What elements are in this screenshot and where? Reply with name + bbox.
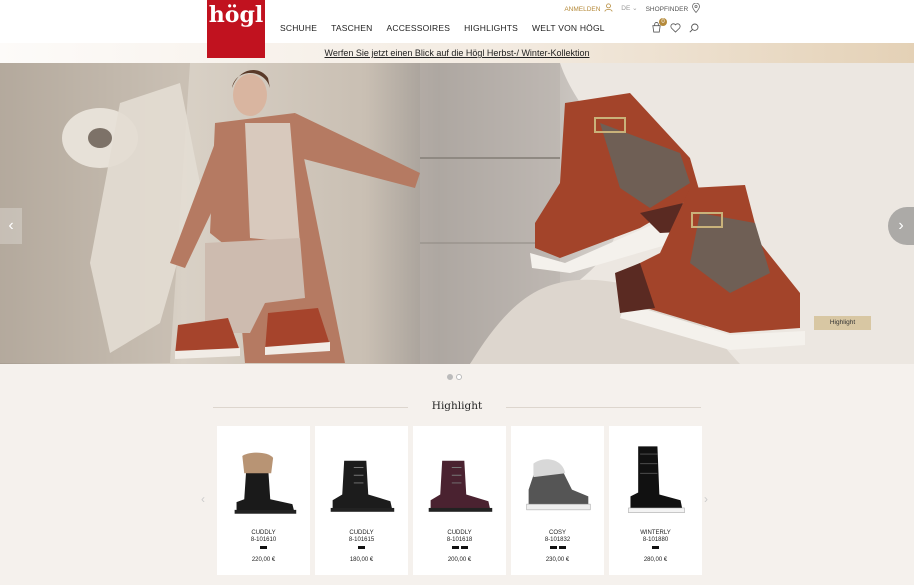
- login-label: ANMELDEN: [564, 6, 601, 13]
- location-pin-icon: [692, 2, 700, 14]
- product-image: [330, 460, 395, 512]
- logo-text: högl: [208, 2, 264, 28]
- product-price: 200,00 €: [447, 557, 472, 563]
- product-card[interactable]: CUDDLY 8-101618 200,00 €: [413, 426, 506, 575]
- search-button[interactable]: [689, 23, 699, 36]
- color-swatches: [413, 546, 506, 549]
- chevron-right-icon: ›: [898, 217, 904, 234]
- color-swatches: [511, 546, 604, 549]
- product-image: [526, 459, 591, 511]
- header-icons: 0: [651, 18, 699, 36]
- carousel-next-button[interactable]: ›: [704, 492, 708, 506]
- shopfinder-link[interactable]: SHOPFINDER: [645, 2, 700, 14]
- color-swatches: [609, 546, 702, 549]
- color-swatch[interactable]: [549, 546, 557, 549]
- search-icon: [689, 23, 699, 33]
- product-card[interactable]: CUDDLY 8-101610 220,00 €: [217, 426, 310, 575]
- nav-item-welt-von-hoegl[interactable]: WELT VON HÖGL: [532, 23, 605, 33]
- product-name: CUDDLY: [251, 530, 276, 536]
- color-swatch[interactable]: [558, 546, 566, 549]
- nav-item-highlights[interactable]: HIGHLIGHTS: [464, 23, 518, 33]
- color-swatch[interactable]: [460, 546, 468, 549]
- product-image: [628, 446, 685, 514]
- color-swatch[interactable]: [451, 546, 459, 549]
- cart-count-badge: 0: [659, 18, 667, 26]
- chevron-down-icon: ⌄: [632, 5, 638, 12]
- product-price: 220,00 €: [251, 557, 276, 563]
- product-price: 180,00 €: [349, 557, 374, 563]
- cart-button[interactable]: 0: [651, 18, 667, 36]
- product-sku: 8-101615: [348, 537, 375, 543]
- hero-prev-button[interactable]: ‹: [0, 208, 22, 244]
- product-name: CUDDLY: [349, 530, 374, 536]
- nav-item-taschen[interactable]: TASCHEN: [331, 23, 372, 33]
- shopfinder-label: SHOPFINDER: [645, 6, 689, 13]
- nav-item-accessoires[interactable]: ACCESSOIRES: [386, 23, 450, 33]
- user-icon: [604, 3, 613, 12]
- site-header: högl ANMELDEN DE ⌄ SHOPFINDER SCHUHE TAS…: [0, 0, 914, 58]
- slider-dot-1[interactable]: [447, 374, 453, 380]
- highlight-tag[interactable]: Highlight: [814, 316, 871, 330]
- nav-item-schuhe[interactable]: SCHUHE: [280, 23, 317, 33]
- promo-bar: Werfen Sie jetzt einen Blick auf die Hög…: [0, 43, 914, 63]
- wishlist-button[interactable]: [670, 22, 681, 36]
- chevron-left-icon: ‹: [201, 492, 205, 506]
- utility-bar: ANMELDEN DE ⌄ SHOPFINDER: [564, 2, 700, 14]
- chevron-left-icon: ‹: [8, 217, 14, 234]
- brand-logo[interactable]: högl: [207, 0, 265, 58]
- chevron-right-icon: ›: [704, 492, 708, 506]
- product-name: WINTERLY: [640, 530, 671, 536]
- carousel-prev-button[interactable]: ‹: [201, 492, 205, 506]
- hero-image: [0, 63, 914, 364]
- heart-icon: [670, 22, 681, 33]
- product-image: [234, 452, 297, 514]
- language-selector[interactable]: DE ⌄: [621, 4, 637, 12]
- color-swatch[interactable]: [652, 546, 659, 549]
- product-card[interactable]: WINTERLY 8-101880 280,00 €: [609, 426, 702, 575]
- login-link[interactable]: ANMELDEN: [564, 3, 613, 13]
- product-sku: 8-101618: [446, 537, 473, 543]
- product-name: COSY: [548, 530, 566, 536]
- color-swatches: [217, 546, 310, 549]
- product-sku: 8-101832: [544, 537, 571, 543]
- promo-link[interactable]: Werfen Sie jetzt einen Blick auf die Hög…: [325, 48, 590, 58]
- slider-dot-2[interactable]: [456, 374, 462, 380]
- color-swatches: [315, 546, 408, 549]
- hero-banner[interactable]: ‹ › Highlight: [0, 63, 914, 364]
- product-price: 280,00 €: [643, 557, 668, 563]
- product-carousel: CUDDLY 8-101610 220,00 € CUDDLY 8-101615…: [217, 426, 702, 575]
- product-sku: 8-101610: [250, 537, 277, 543]
- color-swatch[interactable]: [260, 546, 267, 549]
- section-title: Highlight: [431, 400, 483, 412]
- product-card[interactable]: COSY 8-101832 230,00 €: [511, 426, 604, 575]
- main-nav: SCHUHE TASCHEN ACCESSOIRES HIGHLIGHTS WE…: [280, 23, 605, 33]
- color-swatch[interactable]: [358, 546, 365, 549]
- product-price: 230,00 €: [545, 557, 570, 563]
- slider-dots: [447, 374, 462, 380]
- product-card[interactable]: CUDDLY 8-101615 180,00 €: [315, 426, 408, 575]
- product-image: [428, 460, 493, 512]
- product-sku: 8-101880: [642, 537, 669, 543]
- product-name: CUDDLY: [447, 530, 472, 536]
- language-label: DE: [621, 5, 631, 12]
